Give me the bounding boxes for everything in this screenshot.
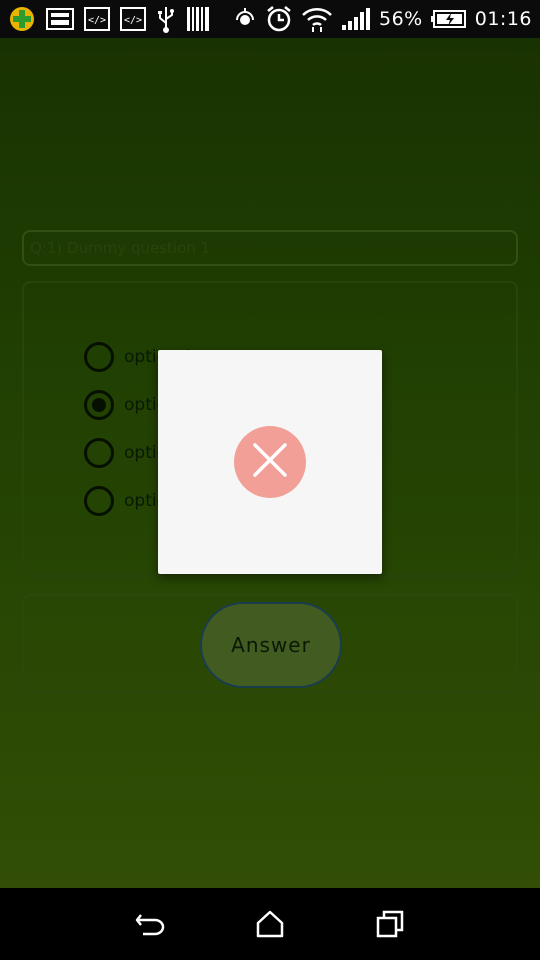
home-icon[interactable] bbox=[250, 904, 290, 944]
signal-icon bbox=[341, 7, 371, 31]
battery-icon bbox=[430, 9, 467, 29]
location-icon bbox=[233, 6, 257, 32]
wifi-icon bbox=[301, 5, 333, 33]
svg-text:</>: </> bbox=[124, 15, 142, 26]
battery-percent: 56% bbox=[379, 8, 423, 30]
code-icon: </> bbox=[84, 7, 110, 31]
error-circle bbox=[234, 426, 306, 498]
alarm-icon bbox=[265, 5, 293, 33]
error-dialog bbox=[158, 350, 382, 574]
navigation-bar bbox=[0, 888, 540, 960]
recents-icon[interactable] bbox=[370, 904, 410, 944]
screen: </> </> 56% 01:16 Q:1) Dummy question 1 … bbox=[0, 0, 540, 960]
status-bar: </> </> 56% 01:16 bbox=[0, 0, 540, 38]
code-icon: </> bbox=[120, 7, 146, 31]
app-icon bbox=[8, 5, 36, 33]
usb-icon bbox=[156, 5, 176, 33]
image-icon bbox=[46, 7, 74, 31]
back-icon[interactable] bbox=[130, 904, 170, 944]
svg-text:</>: </> bbox=[88, 15, 106, 26]
barcode-icon bbox=[186, 6, 210, 32]
clock-time: 01:16 bbox=[474, 8, 532, 30]
close-icon bbox=[252, 442, 288, 482]
